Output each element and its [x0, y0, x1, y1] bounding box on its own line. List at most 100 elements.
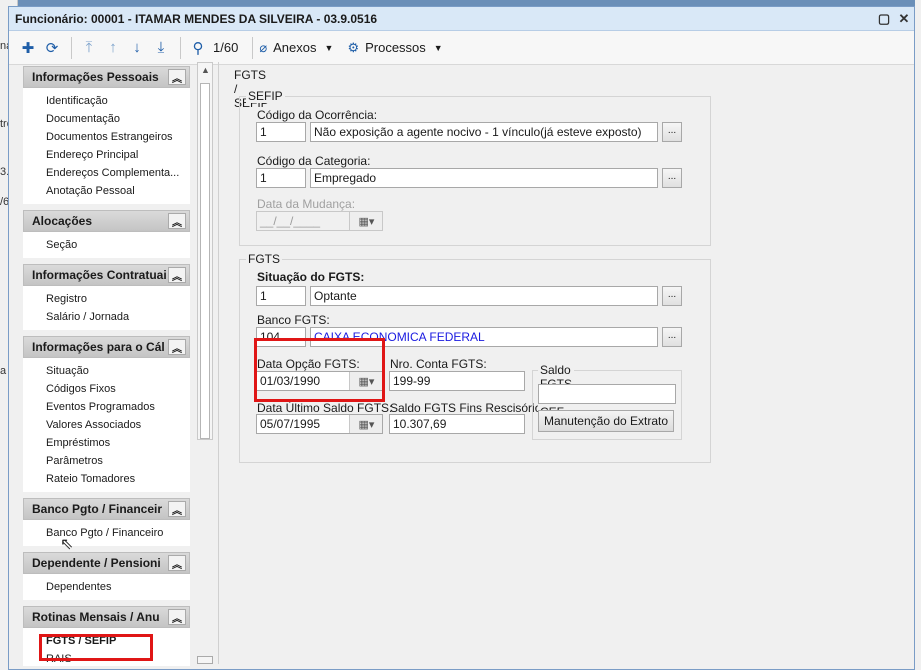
processos-label: Processos	[365, 40, 426, 55]
sidebar-group: Dependente / Pensioni ︽ Dependentes	[23, 552, 190, 600]
panel-divider	[218, 62, 219, 664]
background-window-edge-right	[915, 0, 921, 670]
sidebar-group: Banco Pgto / Financeir ︽ Banco Pgto / Fi…	[23, 498, 190, 546]
scroll-down-button[interactable]	[197, 656, 213, 664]
calendar-icon[interactable]: ▦▾	[349, 415, 382, 433]
situacao-label: Situação do FGTS:	[257, 270, 365, 284]
sidebar-item[interactable]: Seção	[46, 236, 190, 254]
sidebar-item[interactable]: Registro	[46, 290, 190, 308]
sidebar-group: Informações para o Cál ︽ Situação Código…	[23, 336, 190, 492]
gear-icon: ⚙	[347, 39, 360, 55]
sidebar-item[interactable]: Dependentes	[46, 578, 190, 596]
collapse-icon[interactable]: ︽	[168, 555, 186, 571]
chevron-down-icon: ▼	[324, 42, 334, 53]
maximize-icon[interactable]: ▢	[874, 11, 894, 27]
window-title: Funcionário: 00001 - ITAMAR MENDES DA SI…	[15, 11, 378, 26]
mouse-cursor-icon: ⇖	[60, 536, 74, 553]
sidebar-item[interactable]: Eventos Programados	[46, 398, 190, 416]
saldo-rescisorio-input[interactable]: 10.307,69	[389, 414, 525, 434]
add-icon[interactable]: ✚	[17, 36, 39, 60]
sidebar-item[interactable]: Rateio Tomadores	[46, 470, 190, 488]
sidebar-group: Alocações ︽ Seção	[23, 210, 190, 258]
anexos-label: Anexos	[273, 40, 317, 55]
categoria-desc-input[interactable]: Empregado	[310, 168, 658, 188]
processos-menu-button[interactable]: ⚙ Processos ▼	[347, 40, 442, 56]
paperclip-icon: ⌀	[259, 39, 268, 55]
group-title: Informações Pessoais	[32, 70, 159, 84]
data-mudanca-value: __/__/____	[260, 214, 321, 228]
sidebar-item[interactable]: Endereços Complementa...	[46, 164, 190, 182]
group-title: Alocações	[32, 214, 93, 228]
toolbar-separator	[71, 36, 72, 59]
sidebar-item[interactable]: Situação	[46, 362, 190, 380]
sidebar-group-header[interactable]: Alocações ︽	[23, 210, 190, 232]
sidebar-item[interactable]: Salário / Jornada	[46, 308, 190, 326]
sidebar-group-header[interactable]: Informações Contratuai ︽	[23, 264, 190, 286]
situacao-desc-input[interactable]: Optante	[310, 286, 658, 306]
calendar-icon[interactable]: ▦▾	[349, 212, 382, 230]
group-title: Rotinas Mensais / Anu	[32, 610, 160, 624]
collapse-icon[interactable]: ︽	[168, 339, 186, 355]
nro-conta-input[interactable]: 199-99	[389, 371, 525, 391]
toolbar: ✚ ⟳ ⤒ ↑ ↓ ⤓ ⚲ 1/60 ⌀ Anexos ▼ ⚙ Processo…	[9, 31, 914, 65]
manutencao-extrato-button[interactable]: Manutenção do Extrato	[538, 410, 674, 432]
saldo-cef-input[interactable]	[538, 384, 676, 404]
sidebar-item[interactable]: Parâmetros	[46, 452, 190, 470]
situacao-lookup-button[interactable]: ...	[662, 286, 682, 306]
collapse-icon[interactable]: ︽	[168, 69, 186, 85]
title-bar: Funcionário: 00001 - ITAMAR MENDES DA SI…	[9, 7, 914, 31]
collapse-icon[interactable]: ︽	[168, 501, 186, 517]
anexos-menu-button[interactable]: ⌀ Anexos ▼	[259, 40, 333, 56]
sidebar-group-header[interactable]: Banco Pgto / Financeir ︽	[23, 498, 190, 520]
sidebar-item[interactable]: Valores Associados	[46, 416, 190, 434]
next-record-icon[interactable]: ↓	[126, 36, 148, 60]
collapse-icon[interactable]: ︽	[168, 609, 186, 625]
scrollbar-thumb[interactable]	[200, 83, 210, 439]
categoria-lookup-button[interactable]: ...	[662, 168, 682, 188]
close-icon[interactable]: ✕	[894, 11, 914, 27]
sidebar-item[interactable]: Anotação Pessoal	[46, 182, 190, 200]
sidebar-group-header[interactable]: Informações Pessoais ︽	[23, 66, 190, 88]
data-mudanca-input[interactable]: __/__/____ ▦▾	[256, 211, 383, 231]
collapse-icon[interactable]: ︽	[168, 267, 186, 283]
data-ultimo-label: Data Último Saldo FGTS:	[257, 401, 393, 415]
scroll-up-icon[interactable]: ▲	[201, 65, 210, 75]
ocorrencia-lookup-button[interactable]: ...	[662, 122, 682, 142]
collapse-icon[interactable]: ︽	[168, 213, 186, 229]
previous-record-icon[interactable]: ↑	[102, 36, 124, 60]
sidebar-item[interactable]: Endereço Principal	[46, 146, 190, 164]
sidebar-group-header[interactable]: Informações para o Cál ︽	[23, 336, 190, 358]
saldo-rescisorio-label: Saldo FGTS Fins Rescisório:	[390, 401, 545, 415]
sidebar-scrollbar[interactable]: ▲	[197, 62, 213, 440]
ocorrencia-desc-input[interactable]: Não exposição a agente nocivo - 1 víncul…	[310, 122, 658, 142]
banco-lookup-button[interactable]: ...	[662, 327, 682, 347]
ocorrencia-code-input[interactable]: 1	[256, 122, 306, 142]
data-mudanca-label: Data da Mudança:	[257, 197, 356, 211]
nro-conta-label: Nro. Conta FGTS:	[390, 357, 487, 371]
sidebar-item[interactable]: Documentação	[46, 110, 190, 128]
highlight-box-sidebar	[39, 634, 153, 661]
sidebar-group: Informações Contratuai ︽ Registro Salári…	[23, 264, 190, 330]
search-icon[interactable]: ⚲	[187, 36, 209, 60]
situacao-code-input[interactable]: 1	[256, 286, 306, 306]
sidebar: Informações Pessoais ︽ Identificação Doc…	[23, 66, 190, 666]
sidebar-group-header[interactable]: Dependente / Pensioni ︽	[23, 552, 190, 574]
data-ultimo-value: 05/07/1995	[260, 417, 321, 431]
sidebar-group-header[interactable]: Rotinas Mensais / Anu ︽	[23, 606, 190, 628]
sidebar-item[interactable]: Empréstimos	[46, 434, 190, 452]
group-title: Banco Pgto / Financeir	[32, 502, 163, 516]
group-title: Dependente / Pensioni	[32, 556, 161, 570]
chevron-down-icon: ▼	[433, 42, 443, 53]
refresh-icon[interactable]: ⟳	[41, 36, 63, 60]
first-record-icon[interactable]: ⤒	[78, 36, 100, 60]
banco-label: Banco FGTS:	[257, 313, 330, 327]
sidebar-item[interactable]: Códigos Fixos	[46, 380, 190, 398]
categoria-label: Código da Categoria:	[257, 154, 371, 168]
categoria-code-input[interactable]: 1	[256, 168, 306, 188]
toolbar-separator	[180, 36, 181, 59]
group-title: Informações Contratuai	[32, 268, 167, 282]
sidebar-item[interactable]: Documentos Estrangeiros	[46, 128, 190, 146]
last-record-icon[interactable]: ⤓	[150, 36, 172, 60]
sidebar-item[interactable]: Identificação	[46, 92, 190, 110]
data-ultimo-input[interactable]: 05/07/1995 ▦▾	[256, 414, 383, 434]
